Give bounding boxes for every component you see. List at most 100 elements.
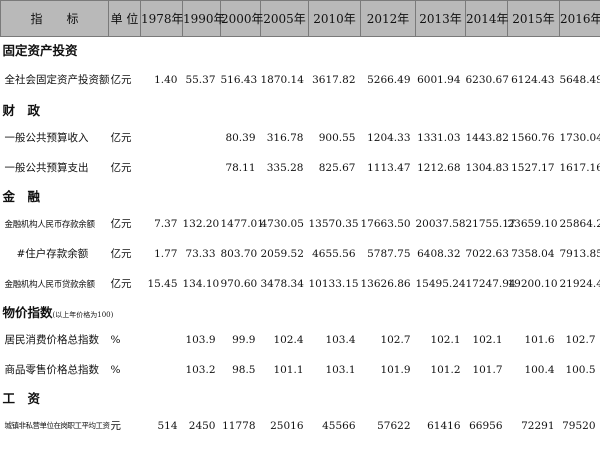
header-year: 2005年 [260, 0, 309, 37]
row-unit: 亿元 [110, 218, 132, 230]
cell-value: 1560.76 [511, 131, 555, 144]
header-year: 1990年 [182, 0, 226, 37]
cell-value: 1443.82 [465, 131, 509, 144]
cell-value: 2450 [188, 419, 216, 432]
table-row: 全社会固定资产投资额 亿元 1.40 55.37 516.43 1870.14 … [1, 63, 600, 97]
cell-value: 5787.75 [367, 247, 411, 260]
cell-value: 900.55 [318, 131, 356, 144]
cell-value: 1304.83 [465, 161, 509, 174]
row-unit: % [110, 333, 121, 346]
table-row: 城镇非私营单位在岗职工平均工资 元 514 2450 11778 25016 4… [1, 411, 600, 441]
cell-value: 514 [157, 419, 178, 432]
table-row: 居民消费价格总指数 % 103.9 99.9 102.4 103.4 102.7… [1, 325, 600, 355]
section-header: 物价指数(以上年价格为100) [1, 299, 600, 325]
cell-value: 102.7 [380, 333, 411, 346]
header-row: 指 标 单 位 1978年 1990年 2000年 2005年 2010年 20… [0, 0, 600, 37]
header-year: 1978年 [140, 0, 184, 37]
row-indicator: 一般公共预算收入 [4, 132, 89, 144]
header-year: 2015年 [507, 0, 560, 37]
cell-value: 102.1 [472, 333, 503, 346]
row-indicator: 城镇非私营单位在岗职工平均工资 [4, 421, 111, 430]
cell-value: 1331.03 [417, 131, 461, 144]
cell-value: 103.4 [325, 333, 356, 346]
table-row: 金融机构人民币贷款余额 亿元 15.45 134.10 970.60 3478.… [1, 269, 600, 299]
cell-value: 1870.14 [260, 73, 304, 86]
row-indicator: 商品零售价格总指数 [4, 364, 100, 376]
cell-value: 98.5 [232, 363, 256, 376]
cell-value: 25016 [270, 419, 304, 432]
cell-value: 80.39 [225, 131, 256, 144]
cell-value: 825.67 [318, 161, 356, 174]
cell-value: 316.78 [266, 131, 304, 144]
header-year: 2012年 [360, 0, 416, 37]
header-year: 2016年 [559, 0, 600, 37]
cell-value: 6124.43 [511, 73, 555, 86]
cell-value: 103.1 [325, 363, 356, 376]
row-indicator: 金融机构人民币贷款余额 [4, 279, 96, 290]
row-unit: 亿元 [110, 74, 132, 86]
cell-value: 102.1 [430, 333, 461, 346]
cell-value: 20037.58 [415, 217, 466, 230]
section-header: 金 融 [1, 183, 600, 209]
cell-value [141, 123, 183, 153]
cell-value: 101.7 [472, 363, 503, 376]
section-title: 固定资产投资 [2, 43, 78, 59]
row-indicator: 一般公共预算支出 [4, 162, 89, 174]
cell-value: 1730.04 [559, 131, 600, 144]
header-unit: 单 位 [108, 0, 141, 37]
row-unit: 亿元 [110, 132, 132, 144]
table-row: 金融机构人民币存款余额 亿元 7.37 132.20 1477.01 4730.… [1, 209, 600, 239]
cell-value: 57622 [377, 419, 411, 432]
cell-value: 15495.24 [415, 277, 466, 290]
section-title: 工 资 [2, 391, 41, 406]
statistics-table: 指 标 单 位 1978年 1990年 2000年 2005年 2010年 20… [0, 0, 600, 441]
cell-value: 19200.10 [507, 277, 558, 290]
cell-value: 21924.44 [559, 277, 600, 290]
cell-value: 45566 [322, 419, 356, 432]
cell-value: 10133.15 [308, 277, 359, 290]
cell-value: 55.37 [185, 73, 216, 86]
row-indicator: 全社会固定资产投资额 [4, 74, 110, 86]
cell-value: 134.10 [182, 277, 220, 290]
cell-value: 61416 [427, 419, 461, 432]
cell-value: 1477.01 [220, 217, 264, 230]
row-indicator: #住户存款余额 [16, 248, 89, 260]
section-title: 金 融 [2, 189, 41, 204]
cell-value: 7.37 [154, 217, 178, 230]
cell-value: 17247.94 [465, 277, 516, 290]
cell-value: 101.2 [430, 363, 461, 376]
cell-value [141, 153, 183, 183]
cell-value: 803.70 [220, 247, 258, 260]
cell-value: 1.77 [154, 247, 178, 260]
cell-value: 1204.33 [367, 131, 411, 144]
cell-value: 11778 [222, 419, 256, 432]
cell-value: 79520 [562, 419, 596, 432]
table-row: 一般公共预算收入 亿元 80.39 316.78 900.55 1204.33 … [1, 123, 600, 153]
cell-value: 5648.49 [559, 73, 600, 86]
header-year: 2010年 [308, 0, 361, 37]
cell-value: 3478.34 [260, 277, 304, 290]
cell-value: 100.5 [565, 363, 596, 376]
row-unit: 亿元 [110, 278, 132, 290]
cell-value: 100.4 [524, 363, 555, 376]
row-unit: 元 [110, 420, 122, 432]
cell-value: 1527.17 [511, 161, 555, 174]
cell-value: 3617.82 [312, 73, 356, 86]
cell-value: 99.9 [232, 333, 256, 346]
cell-value: 13570.35 [308, 217, 359, 230]
cell-value [183, 153, 221, 183]
cell-value: 102.7 [565, 333, 596, 346]
row-indicator: 居民消费价格总指数 [4, 334, 100, 346]
section-note: (以上年价格为100) [52, 311, 114, 319]
section-header: 固定资产投资 [1, 37, 600, 63]
section-header: 工 资 [1, 385, 600, 411]
cell-value: 6230.67 [465, 73, 509, 86]
header-year: 2014年 [465, 0, 509, 37]
cell-value: 4655.56 [312, 247, 356, 260]
cell-value: 13626.86 [360, 277, 411, 290]
cell-value [141, 355, 183, 385]
cell-value: 516.43 [220, 73, 258, 86]
section-title: 财 政 [2, 103, 41, 118]
cell-value: 7022.63 [465, 247, 509, 260]
cell-value: 103.2 [185, 363, 216, 376]
